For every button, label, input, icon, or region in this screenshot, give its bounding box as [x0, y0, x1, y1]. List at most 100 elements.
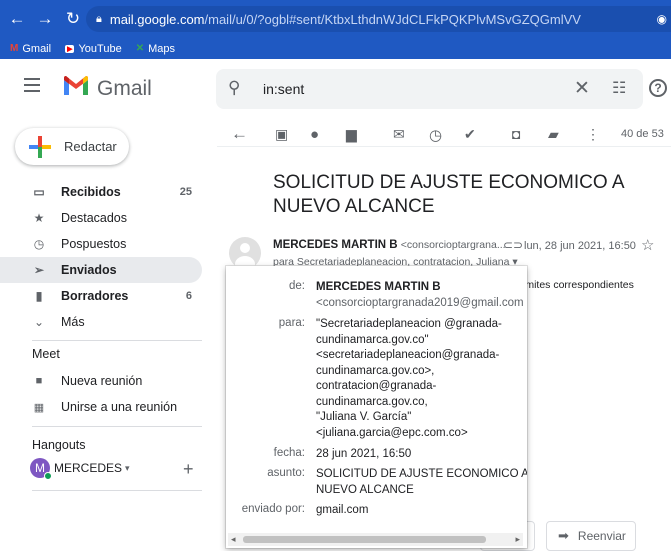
youtube-icon: ▶ — [65, 44, 75, 53]
to-line: <secretariadeplaneacion@granada- — [316, 349, 500, 361]
subject-label: asunto: — [267, 467, 305, 479]
to-line: cundinamarca.gov.co, — [316, 395, 428, 408]
url-host: mail.google.com — [109, 11, 205, 27]
mailed-by-value: gmail.com — [316, 504, 369, 516]
more-options-icon[interactable]: ⋮ — [586, 126, 600, 143]
snooze-icon[interactable]: ◷ — [429, 126, 442, 144]
search-bar[interactable]: ⚲ in:sent ✕ ☷ — [216, 69, 643, 109]
sidebar-item-label: Más — [61, 315, 85, 329]
new-meeting-button[interactable]: ■ Nueva reunión — [32, 374, 143, 388]
forward-arrow-icon[interactable]: → — [34, 0, 56, 38]
to-line: cundinamarca.gov.co>, — [316, 364, 435, 377]
compose-plus-icon — [29, 135, 51, 158]
add-task-icon[interactable]: ✔ — [464, 126, 476, 143]
to-label: para: — [278, 317, 305, 329]
new-meeting-label: Nueva reunión — [61, 374, 143, 388]
forward-icon: ➡ — [558, 528, 569, 543]
search-icon[interactable]: ⚲ — [228, 78, 240, 98]
video-camera-icon: ■ — [35, 375, 43, 387]
sidebar-item-more[interactable]: ⌄ Más — [0, 309, 202, 335]
send-icon: ➢ — [33, 263, 45, 277]
online-status-icon — [44, 472, 52, 480]
gmail-wordmark: Gmail — [97, 77, 152, 100]
draft-count: 6 — [185, 290, 192, 302]
bookmark-label: YouTube — [78, 42, 122, 55]
sender-email: <consorcioptargrana... — [400, 239, 506, 251]
back-arrow-icon[interactable]: ← — [6, 0, 28, 38]
bookmark-youtube[interactable]: ▶ YouTube — [65, 43, 122, 55]
mark-unread-icon[interactable]: ✉ — [393, 126, 405, 143]
from-email: <consorcioptargranada2019@gmail.com — [316, 297, 524, 309]
scrollbar-thumb[interactable] — [243, 536, 486, 543]
star-icon: ★ — [33, 211, 45, 225]
address-bar[interactable]: 🔒︎ mail.google.com/mail/u/0/?ogbl#sent/K… — [86, 6, 671, 32]
horizontal-scrollbar[interactable]: ◂ ▸ — [228, 533, 523, 546]
message-details-popup: de: MERCEDES MARTIN B <consorcioptargran… — [226, 266, 527, 548]
sidebar-item-drafts[interactable]: ▮ Borradores 6 — [0, 283, 202, 309]
archive-icon[interactable]: ▣ — [275, 126, 288, 143]
clock-icon: ◷ — [33, 237, 45, 251]
sidebar-item-inbox[interactable]: ▭ Recibidos 25 — [0, 179, 202, 205]
browser-toolbar: ← → ↻ 🔒︎ mail.google.com/mail/u/0/?ogbl#… — [0, 0, 671, 38]
compose-button[interactable]: Redactar — [15, 128, 129, 165]
keyboard-icon: ▦ — [33, 401, 45, 414]
search-options-icon[interactable]: ☷ — [612, 78, 626, 98]
gmail-logo-icon[interactable] — [63, 76, 89, 96]
divider — [32, 490, 202, 491]
label-icon[interactable]: ▰ — [548, 126, 559, 143]
view-icon[interactable]: ◉ — [657, 12, 667, 26]
move-to-icon[interactable]: ◘ — [512, 126, 520, 142]
sender-avatar[interactable] — [229, 237, 261, 269]
message-subject: SOLICITUD DE AJUSTE ECONOMICO A NUEVO AL… — [273, 172, 624, 217]
forward-label: Reenviar — [577, 529, 626, 543]
subject-line: SOLICITUD DE AJUSTE ECONOMICO A — [316, 468, 527, 480]
bookmark-maps[interactable]: ✕ Maps — [136, 43, 175, 55]
divider — [217, 146, 671, 147]
pager: 40 de 53 — [621, 128, 664, 140]
avatar-initial: M — [35, 461, 45, 475]
clear-search-icon[interactable]: ✕ — [574, 77, 590, 100]
bookmarks-bar: M Gmail ▶ YouTube ✕ Maps — [0, 38, 671, 59]
lock-icon: 🔒︎ — [96, 12, 102, 25]
sender-name[interactable]: MERCEDES MARTIN B — [273, 239, 398, 251]
bookmark-label: Gmail — [22, 42, 52, 55]
forward-button[interactable]: ➡ Reenviar — [546, 521, 636, 551]
report-spam-icon[interactable]: ● — [310, 126, 319, 143]
date-label: fecha: — [273, 447, 305, 459]
scroll-left-icon[interactable]: ◂ — [231, 534, 236, 545]
divider — [32, 340, 202, 341]
join-meeting-button[interactable]: ▦ Unirse a una reunión — [32, 400, 177, 414]
to-line: "Secretariadeplaneacion @granada- — [316, 318, 502, 330]
sender-line: MERCEDES MARTIN B <consorcioptargrana... — [273, 239, 506, 251]
to-line: "Juliana V. García" — [316, 411, 412, 423]
reload-icon[interactable]: ↻ — [62, 0, 84, 38]
scroll-right-icon[interactable]: ▸ — [515, 534, 520, 545]
divider — [32, 426, 202, 427]
meet-title: Meet — [32, 347, 60, 361]
url-path: /mail/u/0/?ogbl#sent/KtbxLthdnWJdCLFkPQK… — [204, 11, 581, 27]
date-value: 28 jun 2021, 16:50 — [316, 448, 412, 460]
hangouts-user-name: MERCEDES — [54, 461, 123, 475]
star-icon[interactable]: ☆ — [641, 236, 654, 254]
message-date: lun, 28 jun 2021, 16:50 — [524, 240, 636, 252]
main-menu-icon[interactable] — [24, 78, 40, 96]
sidebar-item-sent[interactable]: ➢ Enviados — [0, 257, 202, 283]
back-to-list-icon[interactable]: ← — [231, 124, 248, 144]
maps-icon: ✕ — [135, 43, 145, 54]
help-icon[interactable]: ? — [649, 79, 667, 97]
gmail-icon: M — [10, 43, 19, 54]
bookmark-gmail[interactable]: M Gmail — [10, 43, 51, 55]
add-hangout-icon[interactable]: + — [183, 459, 194, 480]
from-name: MERCEDES MARTIN B — [316, 281, 441, 293]
status-dropdown-icon[interactable]: ▾ — [125, 463, 130, 474]
mailed-by-label: enviado por: — [241, 503, 305, 515]
hangouts-user[interactable]: M MERCEDES ▾ — [30, 458, 130, 480]
delete-icon[interactable]: ▆ — [346, 126, 357, 143]
search-input[interactable]: in:sent — [263, 81, 563, 97]
sidebar-item-starred[interactable]: ★ Destacados — [0, 205, 202, 231]
sidebar-item-snoozed[interactable]: ◷ Pospuestos — [0, 231, 202, 257]
message-body: rámites correspondientes — [516, 279, 634, 291]
sidebar-item-label: Recibidos — [61, 185, 121, 199]
sidebar-item-label: Enviados — [61, 263, 117, 277]
attachment-icon: ⊂⊃ — [503, 238, 524, 252]
